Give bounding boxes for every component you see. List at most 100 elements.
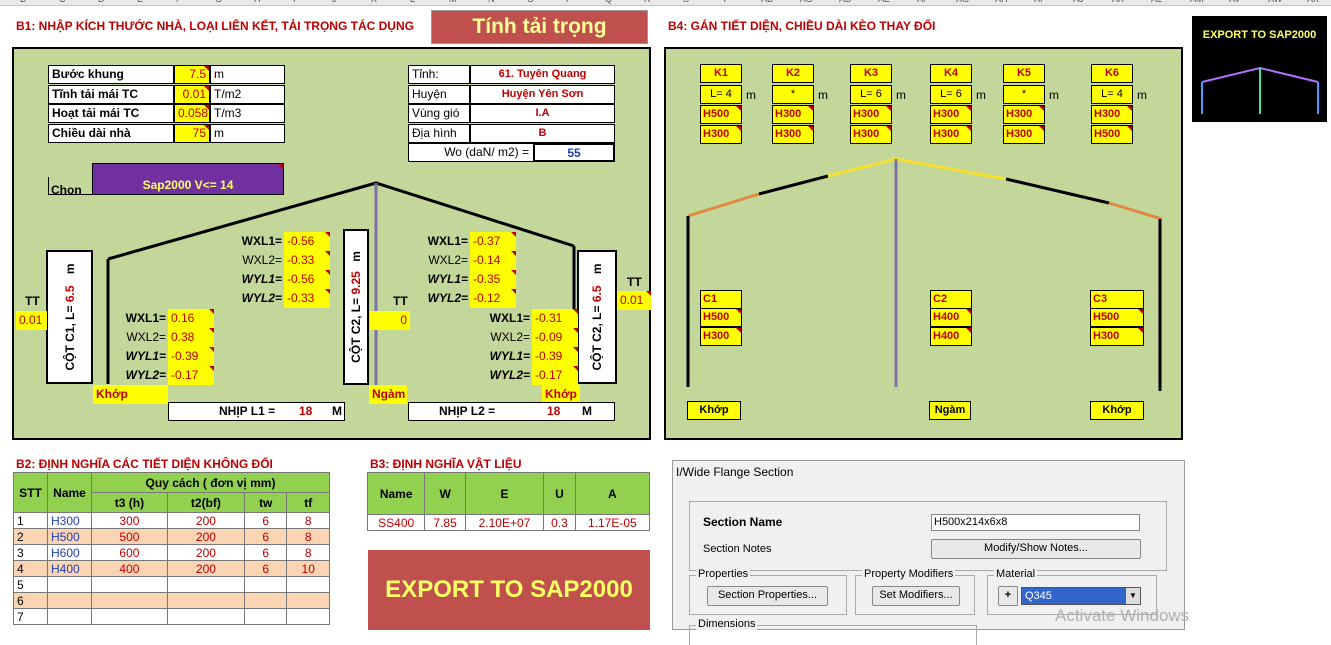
rafter-section-1[interactable]: H300 (1003, 105, 1045, 124)
row-t3[interactable] (91, 592, 168, 609)
rafter-section-2[interactable]: H500 (1091, 125, 1133, 144)
row-t3[interactable] (91, 576, 168, 593)
location-value[interactable]: Huyện Yên Sơn (470, 84, 615, 104)
row-t3[interactable]: 600 (91, 544, 168, 561)
wind-roof-right-value[interactable]: -0.35 (470, 270, 516, 289)
wind-roof-right-value[interactable]: -0.12 (470, 289, 516, 308)
support-left[interactable]: Khớp (93, 385, 168, 404)
rafter-length[interactable]: L= 6 (930, 85, 972, 104)
material-cell[interactable]: SS400 (366, 514, 426, 531)
b4-column-section-1[interactable]: H400 (930, 308, 972, 327)
row-tw[interactable]: 6 (244, 544, 288, 561)
wind-col-left-value[interactable]: 0.38 (168, 328, 214, 347)
b4-support-mid[interactable]: Ngàm (929, 401, 971, 420)
row-name[interactable] (47, 576, 92, 593)
b4-support-right[interactable]: Khớp (1090, 401, 1144, 420)
rafter-length[interactable]: * (772, 85, 814, 104)
span-l1-value[interactable]: 18 (299, 403, 312, 420)
row-name[interactable] (47, 592, 92, 609)
location-value[interactable]: B (470, 123, 615, 143)
param-value[interactable]: 75 (174, 123, 210, 143)
row-t2[interactable]: 200 (166, 528, 246, 545)
tt-left-value[interactable]: 0.01 (16, 311, 47, 330)
material-select[interactable]: Q345 (1021, 587, 1141, 605)
rafter-length[interactable]: * (1003, 85, 1045, 104)
row-name[interactable] (47, 608, 92, 625)
modify-notes-button[interactable]: Modify/Show Notes... (931, 539, 1141, 559)
row-t3[interactable]: 300 (91, 512, 168, 529)
material-cell[interactable]: 7.85 (424, 514, 466, 531)
b4-support-left[interactable]: Khớp (687, 401, 741, 420)
wind-col-left-value[interactable]: -0.39 (168, 347, 214, 366)
wind-roof-left-value[interactable]: -0.33 (284, 289, 330, 308)
param-value[interactable]: 0.01 (174, 84, 210, 104)
b4-column-section-1[interactable]: H500 (700, 308, 742, 327)
sap-version-select[interactable]: Sap2000 V<= 14 (92, 163, 284, 195)
row-tw[interactable] (244, 608, 288, 625)
section-name-input[interactable]: H500x214x6x8 (931, 514, 1140, 531)
wind-col-left-value[interactable]: 0.16 (168, 309, 214, 328)
material-cell[interactable]: 0.3 (543, 514, 576, 531)
wind-col-right-value[interactable]: -0.39 (532, 347, 578, 366)
row-tf[interactable] (286, 592, 330, 609)
b4-column-section-2[interactable]: H400 (930, 327, 972, 346)
row-tf[interactable]: 8 (286, 512, 330, 529)
location-value[interactable]: I.A (470, 104, 615, 123)
row-tf[interactable]: 10 (286, 560, 330, 577)
b4-column-section-2[interactable]: H300 (700, 327, 742, 346)
calc-load-button[interactable]: Tính tải trọng (431, 10, 648, 44)
row-name[interactable]: H300 (47, 512, 92, 529)
param-value[interactable]: 7.5 (174, 65, 210, 84)
row-t2[interactable] (166, 576, 246, 593)
row-tf[interactable]: 8 (286, 528, 330, 545)
wind-roof-right-value[interactable]: -0.14 (470, 251, 516, 270)
row-name[interactable]: H400 (47, 560, 92, 577)
rafter-section-1[interactable]: H300 (1091, 105, 1133, 124)
row-tf[interactable] (286, 576, 330, 593)
row-t3[interactable]: 500 (91, 528, 168, 545)
section-properties-button[interactable]: Section Properties... (707, 586, 828, 606)
rafter-section-1[interactable]: H300 (772, 105, 814, 124)
span-l2-value[interactable]: 18 (547, 403, 560, 420)
row-t2[interactable]: 200 (166, 544, 246, 561)
row-t2[interactable] (166, 608, 246, 625)
export-sap2000-button[interactable]: EXPORT TO SAP2000 (368, 550, 650, 630)
chevron-down-icon[interactable]: ▼ (1126, 588, 1140, 604)
rafter-length[interactable]: L= 4 (1091, 85, 1133, 104)
row-t3[interactable]: 400 (91, 560, 168, 577)
support-mid[interactable]: Ngàm (369, 385, 407, 404)
rafter-section-2[interactable]: H300 (1003, 125, 1045, 144)
wind-roof-left-value[interactable]: -0.56 (284, 232, 330, 251)
row-t2[interactable] (166, 592, 246, 609)
wind-col-right-value[interactable]: -0.31 (532, 309, 578, 328)
param-value[interactable]: 0.058 (174, 104, 210, 123)
row-name[interactable]: H500 (47, 528, 92, 545)
material-cell[interactable]: 1.17E-05 (574, 514, 651, 531)
wind-roof-right-value[interactable]: -0.37 (470, 232, 516, 251)
location-value[interactable]: 61. Tuyên Quang (470, 65, 615, 84)
row-tw[interactable] (244, 592, 288, 609)
row-t2[interactable]: 200 (166, 512, 246, 529)
tt-right-value[interactable]: 0.01 (617, 291, 651, 310)
set-modifiers-button[interactable]: Set Modifiers... (872, 586, 960, 606)
row-tf[interactable] (286, 608, 330, 625)
rafter-section-1[interactable]: H300 (850, 105, 892, 124)
material-cell[interactable]: 2.10E+07 (464, 514, 545, 531)
b4-column-section-1[interactable]: H500 (1090, 308, 1144, 327)
row-tw[interactable]: 6 (244, 512, 288, 529)
row-t2[interactable]: 200 (166, 560, 246, 577)
row-tw[interactable] (244, 576, 288, 593)
rafter-length[interactable]: L= 4 (700, 85, 742, 104)
add-material-icon[interactable]: + (998, 586, 1018, 606)
tt-mid-value[interactable]: 0 (370, 311, 410, 330)
rafter-section-1[interactable]: H500 (700, 105, 742, 124)
row-t3[interactable] (91, 608, 168, 625)
rafter-section-2[interactable]: H300 (700, 125, 742, 144)
row-name[interactable]: H600 (47, 544, 92, 561)
row-tw[interactable]: 6 (244, 528, 288, 545)
rafter-section-1[interactable]: H300 (930, 105, 972, 124)
rafter-section-2[interactable]: H300 (772, 125, 814, 144)
wind-col-left-value[interactable]: -0.17 (168, 366, 214, 385)
rafter-length[interactable]: L= 6 (850, 85, 892, 104)
rafter-section-2[interactable]: H300 (930, 125, 972, 144)
